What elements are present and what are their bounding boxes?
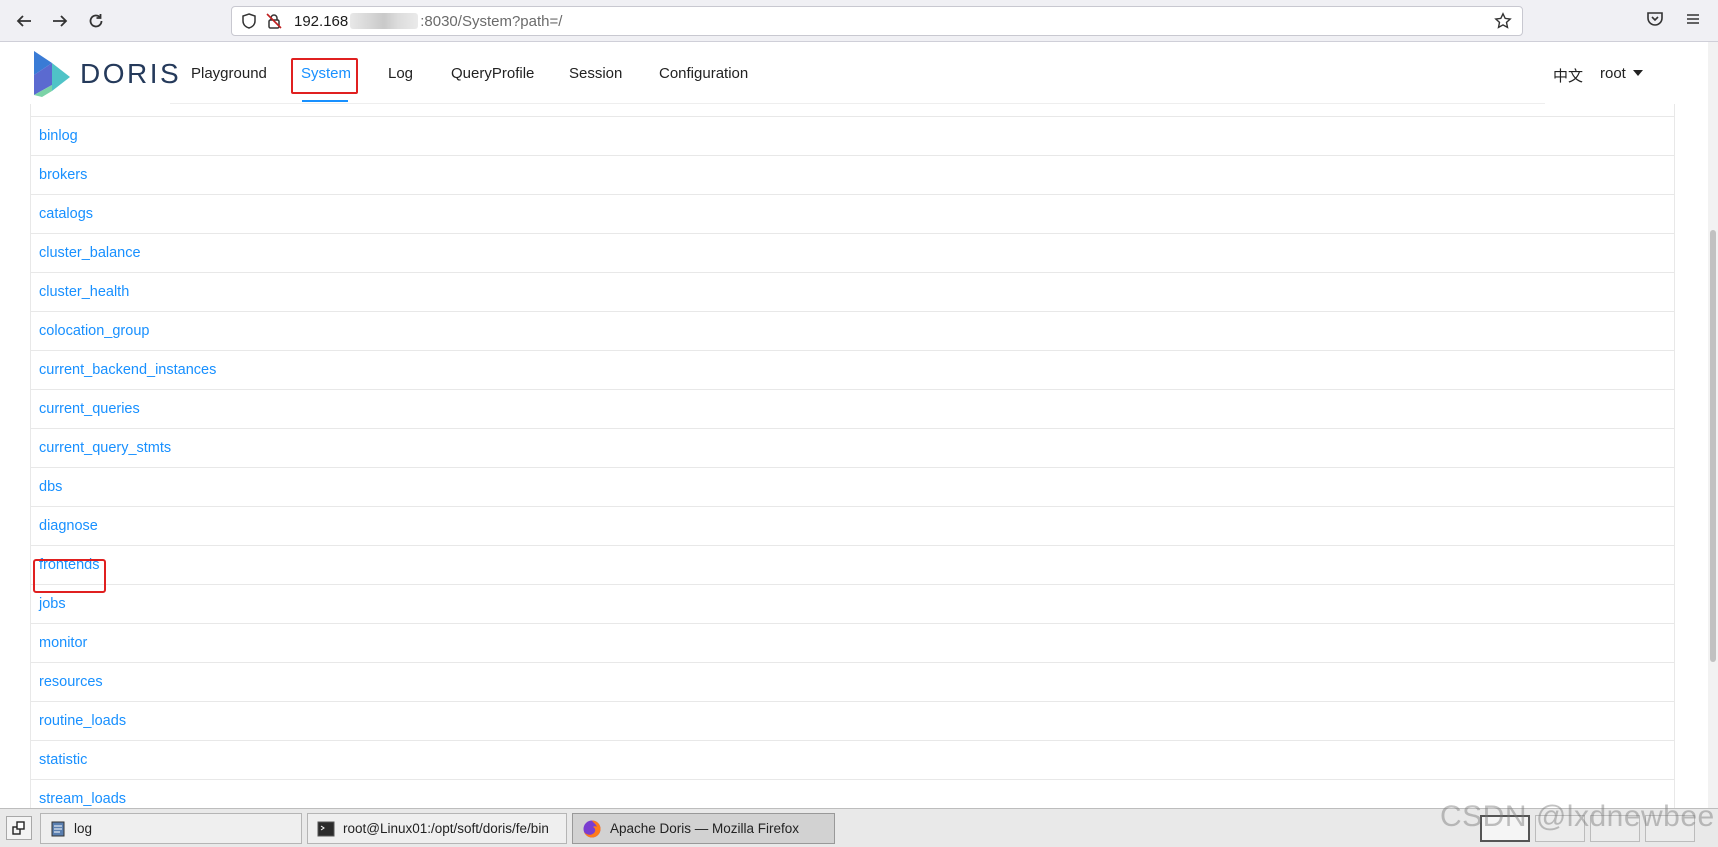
language-switch[interactable]: 中文 <box>1553 65 1583 86</box>
path-link-current-backend-instances[interactable]: current_backend_instances <box>39 362 216 378</box>
list-row: stream_loads <box>31 780 1674 808</box>
list-row: bdbje <box>31 104 1674 117</box>
task-label: Apache Doris — Mozilla Firefox <box>610 821 800 836</box>
hamburger-menu-icon[interactable] <box>1684 10 1702 28</box>
page-scrollbar[interactable] <box>1708 42 1718 808</box>
frontends-highlight-box <box>33 559 106 593</box>
path-link-bdbje[interactable]: bdbje <box>39 104 74 105</box>
brand-name: DORIS <box>80 58 182 89</box>
path-link-cluster-balance[interactable]: cluster_balance <box>39 245 141 261</box>
redacted-ip <box>350 13 419 29</box>
forward-button[interactable] <box>46 8 74 34</box>
path-link-colocation-group[interactable]: colocation_group <box>39 323 149 339</box>
list-row: cluster_balance <box>31 234 1674 273</box>
path-link-cluster-health[interactable]: cluster_health <box>39 284 129 300</box>
username: root <box>1600 65 1626 82</box>
path-link-stream-loads[interactable]: stream_loads <box>39 791 126 807</box>
windows-icon <box>12 821 25 835</box>
reload-icon <box>89 14 103 28</box>
url-text: 192.168:8030/System?path=/ <box>294 13 563 30</box>
list-row: resources <box>31 663 1674 702</box>
path-link-resources[interactable]: resources <box>39 674 103 690</box>
task-terminal[interactable]: root@Linux01:/opt/soft/doris/fe/bin <box>307 813 567 844</box>
task-log[interactable]: log <box>40 813 302 844</box>
shield-icon[interactable] <box>240 12 258 30</box>
show-desktop-button[interactable] <box>6 816 32 840</box>
insecure-lock-icon[interactable] <box>265 12 283 30</box>
back-button[interactable] <box>10 8 38 34</box>
browser-toolbar: 192.168:8030/System?path=/ <box>0 0 1718 42</box>
doris-logo <box>34 51 70 97</box>
path-link-binlog[interactable]: binlog <box>39 128 78 144</box>
bookmark-star-icon[interactable] <box>1494 12 1512 30</box>
path-link-diagnose[interactable]: diagnose <box>39 518 98 534</box>
list-row: current_backend_instances <box>31 351 1674 390</box>
path-link-dbs[interactable]: dbs <box>39 479 62 495</box>
nav-queryprofile[interactable]: QueryProfile <box>451 65 534 82</box>
list-row: monitor <box>31 624 1674 663</box>
address-bar[interactable]: 192.168:8030/System?path=/ <box>231 6 1523 36</box>
csdn-watermark: CSDN @lxdnewbee <box>1440 800 1715 833</box>
caret-down-icon <box>1632 70 1643 76</box>
active-tab-underline <box>302 100 348 102</box>
list-row: jobs <box>31 585 1674 624</box>
system-nav-highlight-box <box>291 58 358 94</box>
list-row: routine_loads <box>31 702 1674 741</box>
nav-session[interactable]: Session <box>569 65 622 82</box>
pocket-icon[interactable] <box>1646 10 1664 28</box>
terminal-icon <box>317 821 335 836</box>
firefox-icon <box>583 819 601 837</box>
path-link-jobs[interactable]: jobs <box>39 596 66 612</box>
text-editor-icon <box>51 821 65 836</box>
path-link-catalogs[interactable]: catalogs <box>39 206 93 222</box>
path-link-routine-loads[interactable]: routine_loads <box>39 713 126 729</box>
nav-playground[interactable]: Playground <box>191 65 267 82</box>
app-header: DORIS Playground System Log QueryProfile… <box>0 42 1708 104</box>
list-row: brokers <box>31 156 1674 195</box>
scrollbar-thumb[interactable] <box>1710 230 1716 662</box>
user-menu[interactable]: root <box>1600 65 1643 82</box>
path-link-monitor[interactable]: monitor <box>39 635 87 651</box>
list-row: colocation_group <box>31 312 1674 351</box>
list-row: frontends <box>31 546 1674 585</box>
task-label: root@Linux01:/opt/soft/doris/fe/bin <box>343 821 549 836</box>
list-row: current_query_stmts <box>31 429 1674 468</box>
path-link-brokers[interactable]: brokers <box>39 167 87 183</box>
path-link-current-query-stmts[interactable]: current_query_stmts <box>39 440 171 456</box>
list-row: statistic <box>31 741 1674 780</box>
path-link-statistic[interactable]: statistic <box>39 752 87 768</box>
nav-log[interactable]: Log <box>388 65 413 82</box>
task-firefox[interactable]: Apache Doris — Mozilla Firefox <box>572 813 835 844</box>
nav-configuration[interactable]: Configuration <box>659 65 748 82</box>
task-label: log <box>74 821 93 836</box>
list-row: diagnose <box>31 507 1674 546</box>
list-row: catalogs <box>31 195 1674 234</box>
arrow-left-icon <box>16 15 31 27</box>
path-link-current-queries[interactable]: current_queries <box>39 401 140 417</box>
list-row: dbs <box>31 468 1674 507</box>
arrow-right-icon <box>53 15 68 27</box>
reload-button[interactable] <box>82 8 110 34</box>
list-row: binlog <box>31 117 1674 156</box>
list-row: cluster_health <box>31 273 1674 312</box>
system-path-list: bdbje binlog brokers catalogs cluster_balanc… <box>30 104 1675 808</box>
list-row: current_queries <box>31 390 1674 429</box>
